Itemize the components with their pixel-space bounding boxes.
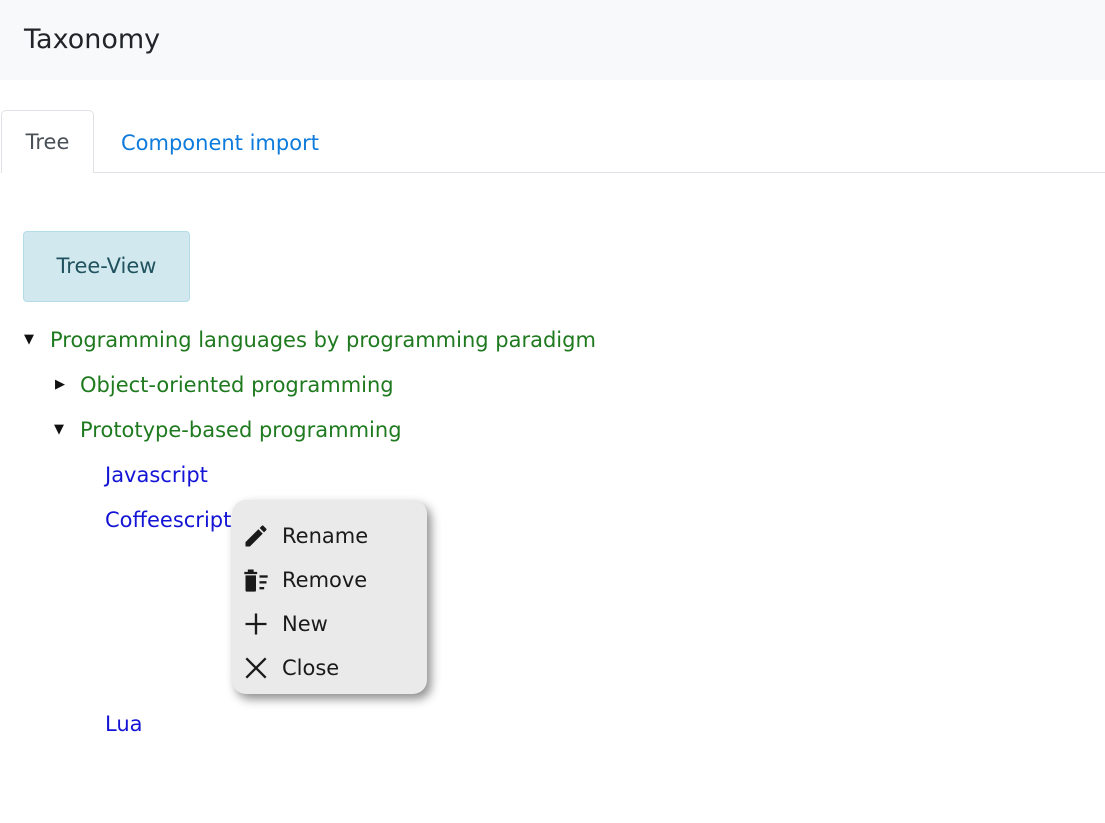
tree-leaf-javascript[interactable]: Javascript: [105, 459, 208, 491]
menu-item-rename[interactable]: Rename: [232, 514, 427, 558]
menu-item-label: New: [282, 612, 328, 636]
menu-item-label: Rename: [282, 524, 369, 548]
tree-node-label[interactable]: Object-oriented programming: [80, 369, 394, 401]
caret-down-icon[interactable]: ▼: [24, 324, 34, 356]
menu-item-label: Remove: [282, 568, 368, 592]
pencil-icon: [245, 525, 267, 547]
page-title: Taxonomy: [24, 24, 161, 55]
page-header: Taxonomy: [0, 0, 1105, 80]
caret-down-icon[interactable]: ▼: [54, 414, 64, 446]
close-icon: [245, 657, 267, 679]
tree-node-label[interactable]: Programming languages by programming par…: [50, 324, 596, 356]
tree-leaf-lua[interactable]: Lua: [105, 708, 143, 740]
tree-view-button[interactable]: Tree-View: [23, 231, 190, 302]
menu-item-close[interactable]: Close: [232, 646, 427, 690]
tab-bar: Tree Component import: [0, 110, 1105, 173]
tab-bar-divider: [94, 172, 1105, 173]
tab-component-import[interactable]: Component import: [121, 110, 319, 172]
menu-item-label: Close: [282, 656, 340, 680]
trash-list-icon: [244, 569, 268, 592]
tree-leaf-coffeescript[interactable]: Coffeescript: [105, 504, 231, 536]
tree-node-label[interactable]: Prototype-based programming: [80, 414, 402, 446]
menu-item-new[interactable]: New: [232, 602, 427, 646]
tab-tree[interactable]: Tree: [1, 110, 94, 173]
caret-right-icon[interactable]: ▶: [55, 369, 65, 401]
plus-icon: [245, 613, 267, 635]
menu-item-remove[interactable]: Remove: [232, 558, 427, 602]
context-menu: Rename Remove New Close: [232, 500, 427, 694]
